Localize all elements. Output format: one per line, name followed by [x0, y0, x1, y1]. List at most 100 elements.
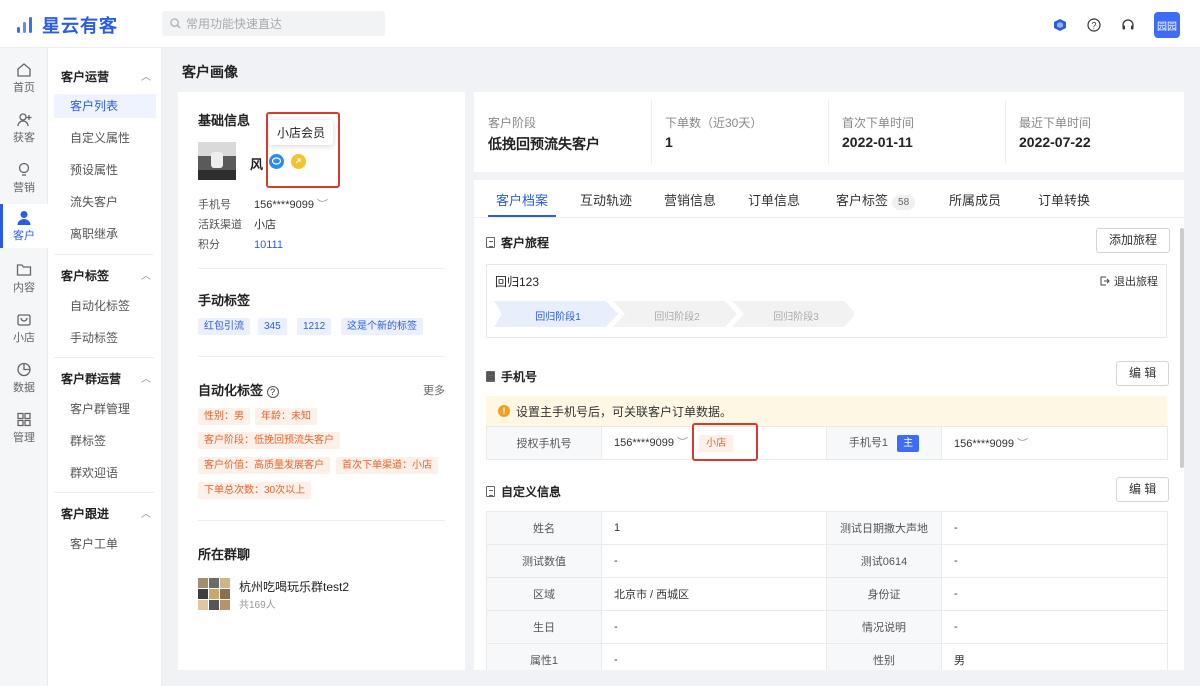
- menu-item-manual-tags[interactable]: 手动标签: [54, 326, 156, 350]
- help-icon[interactable]: ?: [1086, 17, 1102, 33]
- menu-item-group-manage[interactable]: 客户群管理: [54, 397, 156, 421]
- auto-tag: 年龄：未知: [255, 408, 317, 425]
- eye-closed-icon[interactable]: ︶: [677, 437, 688, 449]
- divider: [198, 520, 445, 521]
- bulb-icon: [18, 162, 30, 176]
- menu-divider: [54, 254, 154, 255]
- logo-text: 星云有客: [42, 16, 118, 36]
- rail-item-home[interactable]: 首页: [0, 56, 48, 100]
- groups-title: 所在群聊: [198, 547, 251, 562]
- custom-info-title: 自定义信息: [486, 483, 561, 500]
- rail-item-content[interactable]: 内容: [0, 256, 48, 300]
- points-link[interactable]: 10111: [254, 239, 283, 251]
- headset-icon[interactable]: [1120, 17, 1136, 33]
- menu-group-followup[interactable]: 客户跟进 ︿: [61, 505, 151, 522]
- customer-avatar: [198, 142, 236, 180]
- rail-item-marketing[interactable]: 营销: [0, 156, 48, 200]
- icon-rail: 首页 获客 营销 客户 内容 小店 数据 管理: [0, 48, 48, 686]
- divider: [198, 268, 445, 269]
- tab-active-indicator: [488, 215, 556, 217]
- rail-item-manage[interactable]: 管理: [0, 406, 48, 450]
- sub-menu: 客户运营 ︿ 客户列表 自定义属性 预设属性 流失客户 离职继承 客户标签 ︿ 自动…: [48, 48, 162, 686]
- menu-group-customer-tags[interactable]: 客户标签 ︿: [61, 267, 151, 284]
- edit-phone-button[interactable]: 编 辑: [1116, 361, 1170, 386]
- menu-item-work-order[interactable]: 客户工单: [54, 532, 156, 556]
- tab-marketing[interactable]: 营销信息: [664, 190, 716, 209]
- menu-group-customer-ops[interactable]: 客户运营 ︿: [61, 68, 151, 85]
- menu-item-group-welcome[interactable]: 群欢迎语: [54, 461, 156, 485]
- phone-row: 手机号 156****9099 ︶: [198, 199, 329, 211]
- top-bar: 星云有客 常用功能快速直达 ? 园园: [0, 0, 1200, 48]
- phone1-label-cell: 手机号1 主: [826, 426, 942, 460]
- divider: [198, 356, 445, 357]
- add-journey-button[interactable]: 添加旅程: [1096, 228, 1171, 253]
- search-input[interactable]: 常用功能快速直达: [162, 11, 385, 36]
- grid-icon: [17, 412, 31, 426]
- eye-closed-icon[interactable]: ︶: [317, 199, 328, 211]
- tab-profile[interactable]: 客户档案: [496, 190, 548, 209]
- user-plus-icon: [17, 112, 32, 126]
- cube-icon[interactable]: [1052, 17, 1068, 33]
- stat-customer-stage: 客户阶段 低挽回预流失客户: [488, 116, 600, 152]
- eye-closed-icon[interactable]: ︶: [1017, 438, 1028, 450]
- manual-tags-title: 手动标签: [198, 293, 251, 308]
- rail-item-customer[interactable]: 客户: [0, 204, 48, 248]
- stat-order-count: 下单数（近30天） 1: [665, 116, 763, 150]
- manual-tag: 345: [258, 318, 287, 335]
- page-title: 客户画像: [182, 64, 238, 80]
- menu-group-group-ops[interactable]: 客户群运营 ︿: [61, 370, 151, 387]
- journey-step[interactable]: 回归阶段1: [502, 308, 614, 323]
- search-placeholder: 常用功能快速直达: [186, 17, 283, 31]
- rail-item-shop[interactable]: 小店: [0, 306, 48, 350]
- logo-mark-icon: [14, 14, 36, 36]
- logo[interactable]: 星云有客: [14, 12, 118, 38]
- scrollbar[interactable]: [1180, 228, 1184, 468]
- menu-item-resign-inherit[interactable]: 离职继承: [54, 222, 156, 246]
- stat-last-order: 最近下单时间 2022-07-22: [1019, 116, 1092, 150]
- shop-icon: [17, 313, 31, 326]
- manual-tag: 红包引流: [198, 318, 250, 335]
- folder-icon: [16, 263, 32, 276]
- chevron-up-icon: ︿: [141, 509, 151, 520]
- custom-info-table: 姓名 1 测试日期撒大声地 - 测试数值 - 测试0614 - 区域 北京市 /…: [486, 511, 1168, 670]
- tab-order-convert[interactable]: 订单转换: [1038, 190, 1090, 209]
- journey-step[interactable]: 回归阶段3: [740, 308, 852, 323]
- phone-icon: [486, 371, 495, 382]
- search-icon: [170, 18, 181, 29]
- journey-title: 客户旅程: [486, 234, 549, 251]
- menu-item-lost-customers[interactable]: 流失客户: [54, 190, 156, 214]
- group-avatar: [198, 578, 230, 610]
- rail-item-acquire[interactable]: 获客: [0, 106, 48, 150]
- more-link[interactable]: 更多: [423, 382, 445, 398]
- auto-tag: 性别：男: [198, 408, 250, 425]
- tab-interactions[interactable]: 互动轨迹: [580, 190, 632, 209]
- menu-item-custom-attrs[interactable]: 自定义属性: [54, 126, 156, 150]
- exit-icon: [1100, 276, 1110, 286]
- tab-tags[interactable]: 客户标签 58: [836, 190, 916, 210]
- phone-table: 授权手机号 156****9099 ︶ 小店 手机号1 主 156****909…: [486, 426, 1168, 460]
- home-icon: [17, 62, 31, 77]
- help-icon[interactable]: ?: [266, 386, 279, 398]
- manual-tag: 这是个新的标签: [341, 318, 423, 335]
- auth-phone-label: 授权手机号: [486, 426, 602, 460]
- rail-item-data[interactable]: 数据: [0, 356, 48, 400]
- chevron-up-icon: ︿: [141, 374, 151, 385]
- tab-members[interactable]: 所属成员: [949, 190, 1001, 209]
- chevron-up-icon: ︿: [141, 72, 151, 83]
- menu-divider: [54, 492, 154, 493]
- group-name[interactable]: 杭州吃喝玩乐群test2: [239, 578, 349, 595]
- journey-step[interactable]: 回归阶段2: [621, 308, 733, 323]
- chevron-up-icon: ︿: [141, 271, 151, 282]
- menu-item-customer-list[interactable]: 客户列表: [54, 94, 156, 118]
- user-icon: [17, 210, 31, 225]
- menu-item-preset-attrs[interactable]: 预设属性: [54, 158, 156, 182]
- document-icon: [486, 486, 495, 497]
- menu-item-auto-tags[interactable]: 自动化标签: [54, 294, 156, 318]
- phone1-value-cell: 156****9099 ︶: [941, 426, 1168, 460]
- user-avatar[interactable]: 园园: [1154, 12, 1180, 38]
- journey-box: 回归123 退出旅程 回归阶段1 回归阶段2 回归阶段3: [486, 264, 1167, 338]
- tab-orders[interactable]: 订单信息: [748, 190, 800, 209]
- exit-journey-button[interactable]: 退出旅程: [1100, 273, 1158, 289]
- edit-custom-button[interactable]: 编 辑: [1116, 477, 1170, 502]
- menu-item-group-tags[interactable]: 群标签: [54, 429, 156, 453]
